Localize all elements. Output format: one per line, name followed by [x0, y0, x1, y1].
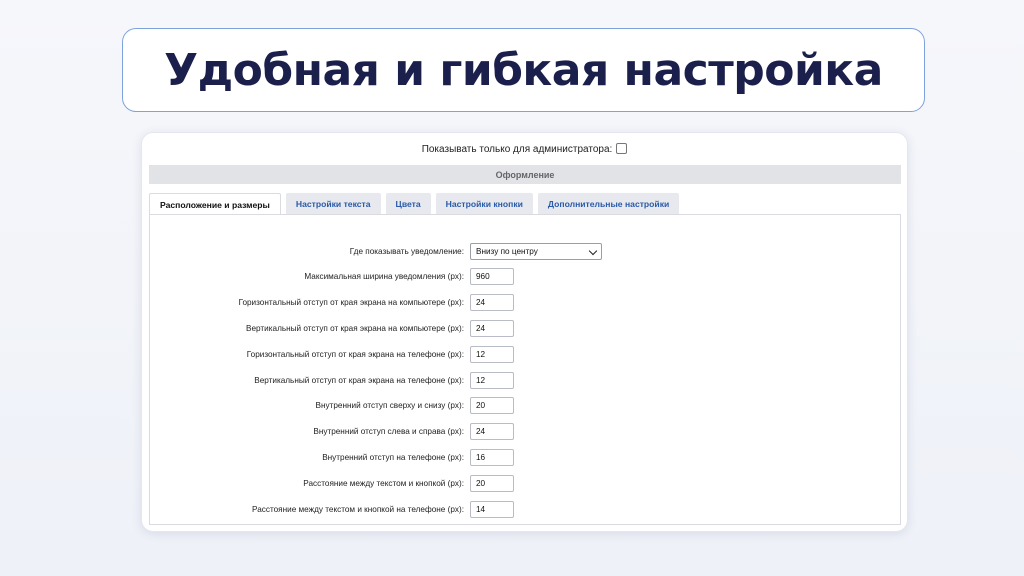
position-select-value: Внизу по центру — [476, 247, 538, 256]
form-row: Горизонтальный отступ от края экрана на … — [150, 346, 900, 363]
form-row: Вертикальный отступ от края экрана на те… — [150, 372, 900, 389]
page-title: Удобная и гибкая настройка — [164, 44, 883, 96]
form-row: Максимальная ширина уведомления (px): 96… — [150, 268, 900, 285]
admin-only-row: Показывать только для администратора: — [142, 143, 907, 155]
form-row: Внутренний отступ на телефоне (px): 16 — [150, 449, 900, 466]
field-label: Вертикальный отступ от края экрана на те… — [254, 376, 464, 385]
tab-additional-settings[interactable]: Дополнительные настройки — [537, 193, 680, 214]
mobile-vertical-offset-input[interactable]: 12 — [470, 372, 514, 389]
settings-card: Показывать только для администратора: Оф… — [141, 132, 908, 532]
tab-bar: Расположение и размеры Настройки текста … — [149, 193, 684, 215]
mobile-padding-input[interactable]: 16 — [470, 449, 514, 466]
max-width-input[interactable]: 960 — [470, 268, 514, 285]
field-label: Расстояние между текстом и кнопкой (px): — [303, 479, 464, 488]
form-row: Внутренний отступ сверху и снизу (px): 2… — [150, 397, 900, 414]
tab-layout-sizes[interactable]: Расположение и размеры — [149, 193, 281, 215]
form-row: Расстояние между текстом и кнопкой (px):… — [150, 475, 900, 492]
field-label: Внутренний отступ сверху и снизу (px): — [315, 401, 464, 410]
field-label: Вертикальный отступ от края экрана на ко… — [246, 324, 464, 333]
tab-button-settings[interactable]: Настройки кнопки — [435, 193, 533, 214]
form-row: Вертикальный отступ от края экрана на ко… — [150, 320, 900, 337]
form-row: Горизонтальный отступ от края экрана на … — [150, 294, 900, 311]
title-banner: Удобная и гибкая настройка — [122, 28, 925, 112]
admin-only-checkbox[interactable] — [616, 143, 628, 154]
padding-horizontal-input[interactable]: 24 — [470, 423, 514, 440]
form-row: Внутренний отступ слева и справа (px): 2… — [150, 423, 900, 440]
tab-colors[interactable]: Цвета — [385, 193, 431, 214]
position-select[interactable]: Внизу по центру — [470, 243, 602, 260]
section-header: Оформление — [149, 165, 901, 184]
position-label: Где показывать уведомление: — [349, 247, 464, 256]
field-label: Внутренний отступ на телефоне (px): — [322, 453, 464, 462]
field-label: Максимальная ширина уведомления (px): — [304, 272, 464, 281]
desktop-vertical-offset-input[interactable]: 24 — [470, 320, 514, 337]
field-label: Горизонтальный отступ от края экрана на … — [238, 298, 464, 307]
padding-vertical-input[interactable]: 20 — [470, 397, 514, 414]
form-row: Расстояние между текстом и кнопкой на те… — [150, 501, 900, 518]
tab-text-settings[interactable]: Настройки текста — [285, 193, 381, 214]
form-row-position: Где показывать уведомление: Внизу по цен… — [150, 243, 900, 260]
field-label: Горизонтальный отступ от края экрана на … — [246, 350, 464, 359]
mobile-horizontal-offset-input[interactable]: 12 — [470, 346, 514, 363]
chevron-down-icon — [588, 246, 598, 256]
admin-only-label: Показывать только для администратора: — [421, 144, 613, 155]
mobile-text-button-gap-input[interactable]: 14 — [470, 501, 514, 518]
desktop-horizontal-offset-input[interactable]: 24 — [470, 294, 514, 311]
field-label: Внутренний отступ слева и справа (px): — [313, 427, 464, 436]
tab-panel: Где показывать уведомление: Внизу по цен… — [149, 214, 901, 525]
field-label: Расстояние между текстом и кнопкой на те… — [252, 505, 464, 514]
text-button-gap-input[interactable]: 20 — [470, 475, 514, 492]
